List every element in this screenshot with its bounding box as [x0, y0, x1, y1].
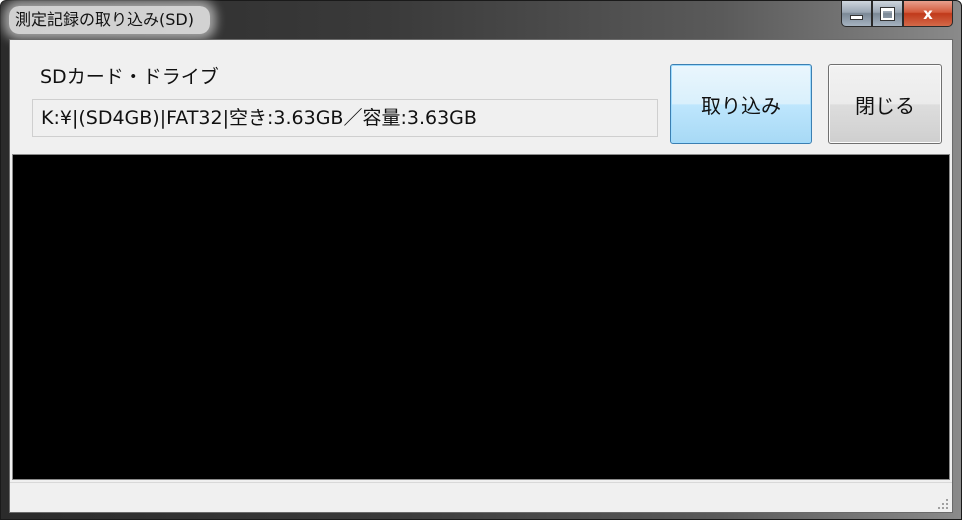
import-button-label: 取り込み [701, 93, 781, 118]
minimize-button[interactable] [841, 1, 872, 27]
import-button[interactable]: 取り込み [670, 64, 812, 144]
status-bar [10, 482, 952, 512]
window-title: 測定記録の取り込み(SD) [9, 6, 210, 34]
caption-buttons: x [841, 1, 953, 27]
close-window-button[interactable]: x [903, 1, 953, 27]
client-area: SDカード・ドライブ K:¥|(SD4GB)|FAT32|空き:3.63GB／容… [9, 39, 953, 513]
close-button-label: 閉じる [855, 93, 915, 118]
sd-drive-field[interactable]: K:¥|(SD4GB)|FAT32|空き:3.63GB／容量:3.63GB [32, 99, 658, 137]
close-icon: x [923, 4, 933, 23]
title-bar[interactable]: 測定記録の取り込み(SD) x [1, 1, 961, 39]
app-window: 測定記録の取り込み(SD) x SDカード・ドライブ K:¥|(SD4GB)|F… [0, 0, 962, 520]
maximize-button[interactable] [872, 1, 903, 27]
close-button[interactable]: 閉じる [828, 64, 942, 144]
resize-grip-icon[interactable] [936, 497, 948, 509]
sd-drive-label: SDカード・ドライブ [40, 66, 219, 88]
maximize-icon [881, 7, 894, 20]
log-output-area[interactable] [12, 154, 950, 480]
minimize-icon [851, 16, 862, 19]
